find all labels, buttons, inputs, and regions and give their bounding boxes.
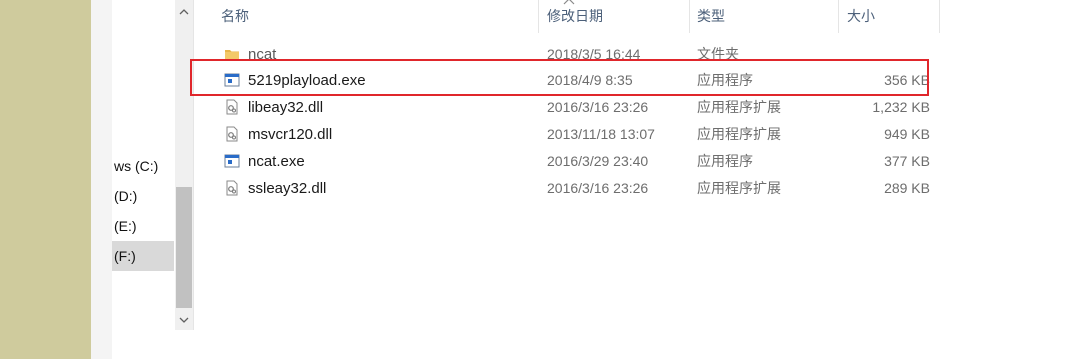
file-type: 文件夹 — [697, 46, 739, 62]
nav-item-drive-f[interactable]: (F:) — [112, 241, 174, 271]
background-panel — [0, 0, 91, 359]
file-size: 289 KB — [884, 180, 930, 196]
file-row-ncat-exe[interactable]: ncat.exe 2016/3/29 23:40 应用程序 377 KB — [194, 148, 940, 175]
file-date: 2018/3/5 16:44 — [547, 46, 641, 62]
file-type: 应用程序扩展 — [697, 99, 781, 115]
file-size: 377 KB — [884, 153, 930, 169]
navigation-pane: ws (C:) (D:) (E:) (F:) — [112, 0, 176, 359]
column-separator[interactable] — [838, 0, 839, 33]
nav-item-drive-d[interactable]: (D:) — [112, 181, 174, 211]
file-date: 2018/4/9 8:35 — [547, 72, 633, 88]
file-name: ssleay32.dll — [248, 180, 327, 197]
scrollbar-thumb[interactable] — [176, 187, 192, 308]
file-row-5219playload-exe[interactable]: 5219playload.exe 2018/4/9 8:35 应用程序 356 … — [194, 67, 940, 94]
file-type: 应用程序扩展 — [697, 180, 781, 196]
folder-icon — [224, 46, 240, 62]
dll-icon — [224, 99, 240, 115]
background-edge — [91, 0, 112, 359]
file-size: 356 KB — [884, 72, 930, 88]
column-header-name[interactable]: 名称 — [221, 0, 249, 33]
file-date: 2016/3/16 23:26 — [547, 99, 649, 115]
file-date: 2013/11/18 13:07 — [547, 126, 655, 142]
file-name: msvcr120.dll — [248, 126, 333, 143]
exe-icon — [224, 72, 240, 88]
file-size: 949 KB — [884, 126, 930, 142]
file-name: 5219playload.exe — [248, 72, 366, 89]
file-type: 应用程序 — [697, 153, 753, 169]
file-date: 2016/3/29 23:40 — [547, 153, 649, 169]
column-separator[interactable] — [538, 0, 539, 33]
file-name: libeay32.dll — [248, 99, 324, 116]
file-date: 2016/3/16 23:26 — [547, 180, 649, 196]
column-separator[interactable] — [939, 0, 940, 33]
scroll-down-icon[interactable] — [175, 310, 193, 328]
file-type: 应用程序 — [697, 72, 753, 88]
file-row-ssleay32-dll[interactable]: ssleay32.dll 2016/3/16 23:26 应用程序扩展 289 … — [194, 175, 940, 202]
file-row-libeay32-dll[interactable]: libeay32.dll 2016/3/16 23:26 应用程序扩展 1,23… — [194, 94, 940, 121]
nav-item-drive-e[interactable]: (E:) — [112, 211, 174, 241]
exe-icon — [224, 153, 240, 169]
dll-icon — [224, 180, 240, 196]
file-row-msvcr120-dll[interactable]: msvcr120.dll 2013/11/18 13:07 应用程序扩展 949… — [194, 121, 940, 148]
column-header: 名称 修改日期 类型 大小 — [194, 0, 940, 33]
nav-scrollbar[interactable] — [175, 0, 193, 330]
file-row-ncat-folder[interactable]: ncat 2018/3/5 16:44 文件夹 — [194, 41, 940, 68]
column-header-type[interactable]: 类型 — [697, 0, 725, 33]
file-size: 1,232 KB — [872, 99, 930, 115]
file-type: 应用程序扩展 — [697, 126, 781, 142]
file-name: ncat — [248, 46, 277, 63]
column-header-date[interactable]: 修改日期 — [547, 0, 603, 33]
scroll-up-icon[interactable] — [175, 2, 193, 20]
column-header-size[interactable]: 大小 — [847, 0, 875, 33]
dll-icon — [224, 126, 240, 142]
nav-item-drive-c[interactable]: ws (C:) — [112, 151, 174, 181]
file-name: ncat.exe — [248, 153, 305, 170]
column-separator[interactable] — [689, 0, 690, 33]
